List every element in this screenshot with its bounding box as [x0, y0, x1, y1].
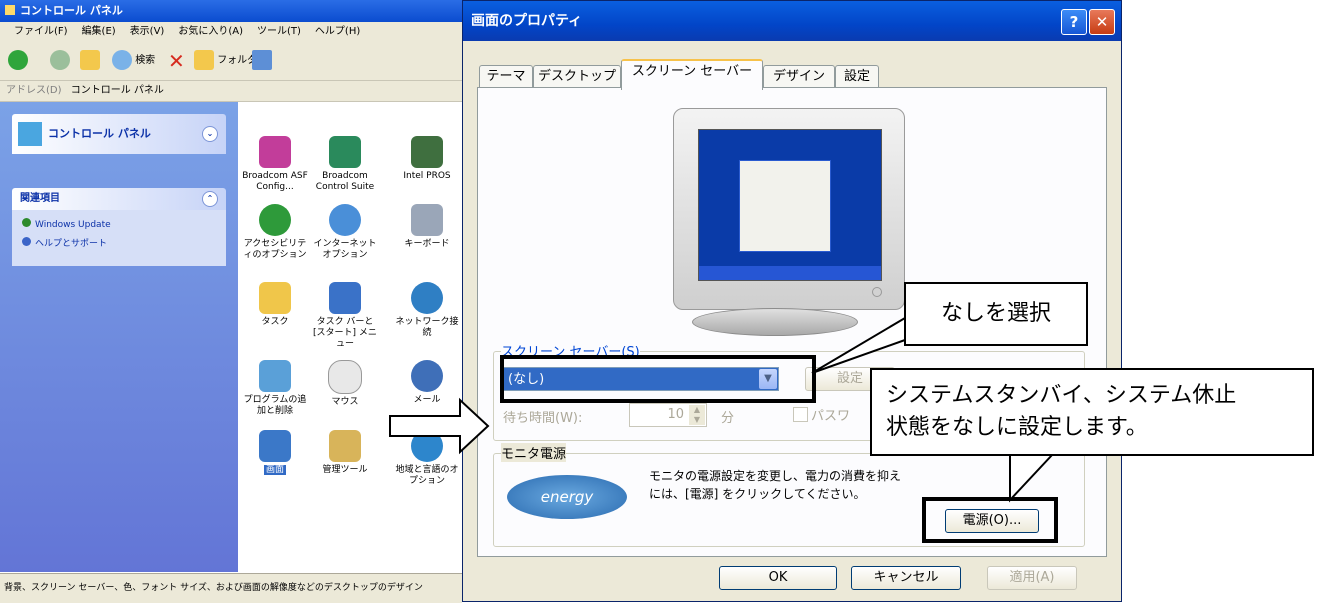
callout-standby-line2: 状態をなしに設定します。: [886, 415, 1148, 440]
callout-pointer-select: [811, 316, 906, 374]
callout-lines: [389, 316, 1055, 503]
tab-screensaver[interactable]: スクリーン セーバー: [621, 59, 763, 90]
callout-standby: システムスタンバイ、システム休止 状態をなしに設定します。: [870, 368, 1314, 456]
callout-pointer-power: [1009, 454, 1055, 503]
callout-standby-line1: システムスタンバイ、システム休止: [886, 383, 1237, 408]
pointer-arrow-icon: [389, 397, 490, 455]
callout-select-none: なしを選択: [904, 282, 1088, 346]
